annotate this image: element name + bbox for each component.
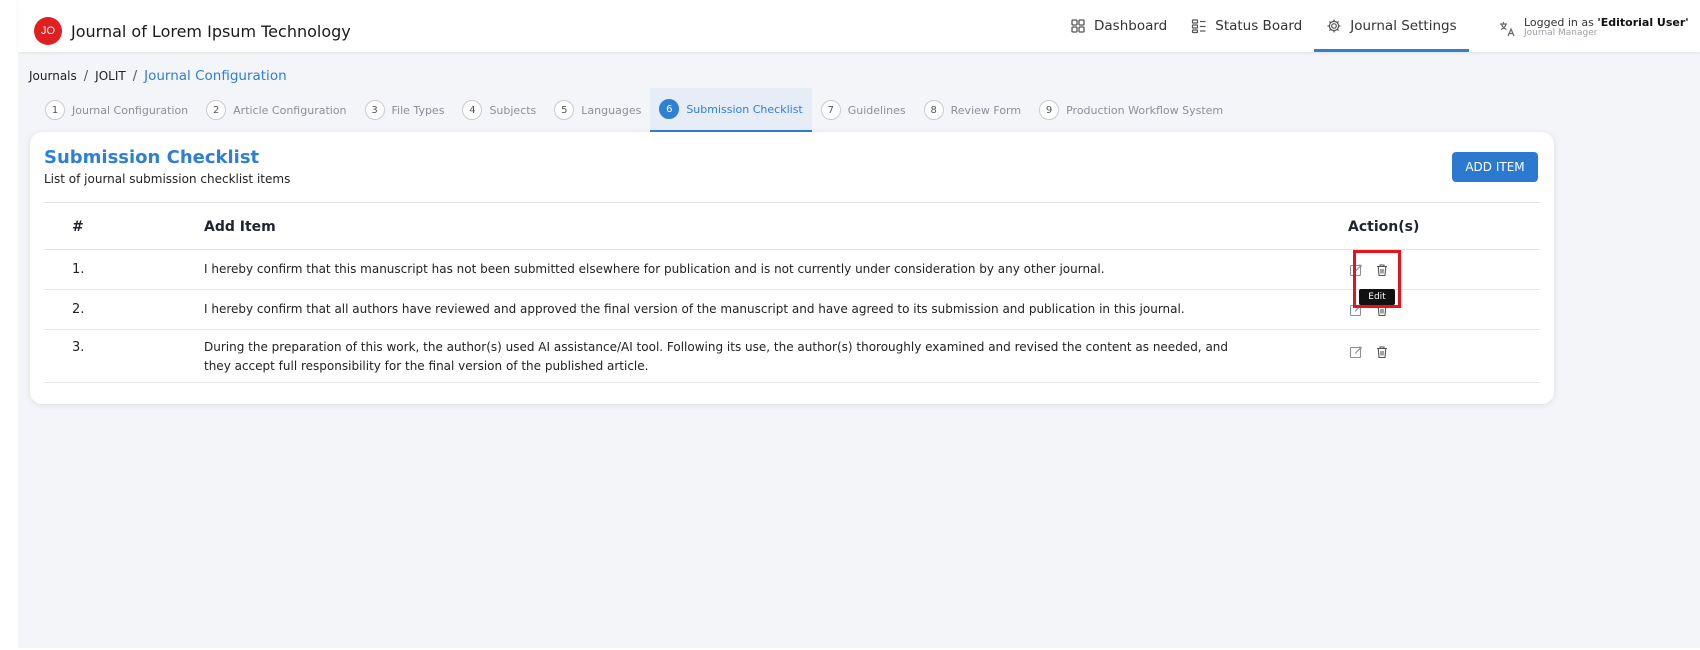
row-text: I hereby confirm that all authors have r… — [204, 302, 1185, 316]
table-row: 1. I hereby confirm that this manuscript … — [44, 250, 1540, 290]
step-label: Guidelines — [847, 103, 906, 117]
row-text: I hereby confirm that this manuscript ha… — [204, 262, 1105, 276]
breadcrumb-journals[interactable]: Journals — [29, 69, 77, 83]
settings-gear-icon — [1327, 19, 1341, 33]
main-nav: Dashboard Status Board Journal Settings — [1058, 0, 1469, 52]
step-number: 5 — [554, 100, 575, 120]
table-row: 2. I hereby confirm that all authors have… — [44, 290, 1540, 330]
table-header: # Add Item Action(s) — [44, 202, 1540, 250]
user-info: Logged in as 'Editorial User' Journal Ma… — [1524, 17, 1689, 38]
row-index: 1. — [72, 262, 85, 277]
status-board-icon — [1192, 19, 1206, 34]
step-label: Review Form — [950, 103, 1022, 117]
row-index: 3. — [72, 340, 85, 355]
step-label: Production Workflow System — [1066, 103, 1224, 117]
row-text: During the preparation of this work, the… — [204, 340, 1229, 373]
checklist-table: # Add Item Action(s) 1. I hereby confirm … — [44, 202, 1540, 383]
step-number: 8 — [923, 100, 944, 120]
step-tab[interactable]: 8 Review Form — [915, 88, 1030, 132]
header-actions: Action(s) — [1348, 219, 1420, 235]
breadcrumb-separator: / — [83, 68, 89, 84]
brand[interactable]: JO Journal of Lorem Ipsum Technology — [34, 17, 351, 45]
grid-icon — [1071, 19, 1085, 33]
nav-journal-settings[interactable]: Journal Settings — [1314, 0, 1469, 52]
step-label: Subjects — [489, 103, 537, 117]
table-body: 1. I hereby confirm that this manuscript … — [44, 250, 1540, 383]
config-steps: 1 Journal Configuration 2 Article Configura… — [36, 88, 1232, 132]
nav-dashboard[interactable]: Dashboard — [1058, 0, 1179, 52]
journal-logo: JO — [34, 17, 62, 45]
step-tab[interactable]: 9 Production Workflow System — [1030, 88, 1232, 132]
breadcrumb: Journals / JOLIT / Journal Configuration — [29, 68, 287, 84]
nav-status-board-label: Status Board — [1215, 18, 1303, 34]
nav-journal-settings-label: Journal Settings — [1350, 18, 1457, 34]
step-tab[interactable]: 6 Submission Checklist — [650, 88, 812, 132]
journal-name: Journal of Lorem Ipsum Technology — [71, 21, 351, 41]
step-number: 1 — [45, 100, 65, 120]
step-number: 7 — [820, 100, 841, 120]
breadcrumb-separator: / — [132, 68, 138, 84]
add-item-button[interactable]: ADD ITEM — [1452, 152, 1538, 182]
edit-icon[interactable] — [1348, 344, 1364, 360]
step-number: 3 — [364, 100, 385, 120]
step-tab[interactable]: 3 File Types — [356, 88, 454, 132]
logged-in-label: Logged in as 'Editorial User' — [1524, 17, 1689, 29]
row-actions — [1348, 344, 1390, 360]
step-label: Submission Checklist — [686, 102, 803, 116]
step-tab[interactable]: 4 Subjects — [453, 88, 545, 132]
header-add-item: Add Item — [204, 219, 276, 235]
app-shell: JO Journal of Lorem Ipsum Technology Das… — [18, 0, 1700, 648]
table-row: 3. During the preparation of this work, t… — [44, 330, 1540, 383]
breadcrumb-current: Journal Configuration — [144, 68, 287, 84]
row-index: 2. — [72, 302, 85, 317]
step-tab[interactable]: 2 Article Configuration — [197, 88, 355, 132]
step-number: 9 — [1039, 100, 1060, 120]
header-index: # — [72, 219, 84, 235]
step-label: Languages — [581, 103, 642, 117]
edit-tooltip: Edit — [1359, 289, 1395, 305]
step-tab[interactable]: 1 Journal Configuration — [36, 88, 197, 132]
nav-dashboard-label: Dashboard — [1094, 18, 1168, 34]
step-label: File Types — [391, 103, 445, 117]
step-number: 2 — [206, 100, 227, 120]
user-name: 'Editorial User' — [1597, 16, 1689, 29]
card-title: Submission Checklist — [44, 147, 260, 168]
user-menu[interactable]: Logged in as 'Editorial User' Journal Ma… — [1498, 17, 1689, 38]
step-tab[interactable]: 7 Guidelines — [812, 88, 915, 132]
top-bar: JO Journal of Lorem Ipsum Technology Das… — [18, 0, 1700, 52]
breadcrumb-jolit[interactable]: JOLIT — [95, 69, 126, 83]
submission-checklist-card: Submission Checklist List of journal sub… — [30, 132, 1554, 404]
translate-icon — [1500, 22, 1515, 37]
delete-icon[interactable] — [1374, 344, 1390, 360]
step-label: Journal Configuration — [72, 103, 189, 117]
step-tab[interactable]: 5 Languages — [545, 88, 650, 132]
step-number: 4 — [462, 100, 483, 120]
user-role: Journal Manager — [1524, 27, 1598, 38]
step-label: Article Configuration — [233, 103, 347, 117]
card-subtitle: List of journal submission checklist ite… — [44, 172, 291, 186]
nav-status-board[interactable]: Status Board — [1179, 0, 1314, 52]
step-number: 6 — [659, 99, 680, 119]
